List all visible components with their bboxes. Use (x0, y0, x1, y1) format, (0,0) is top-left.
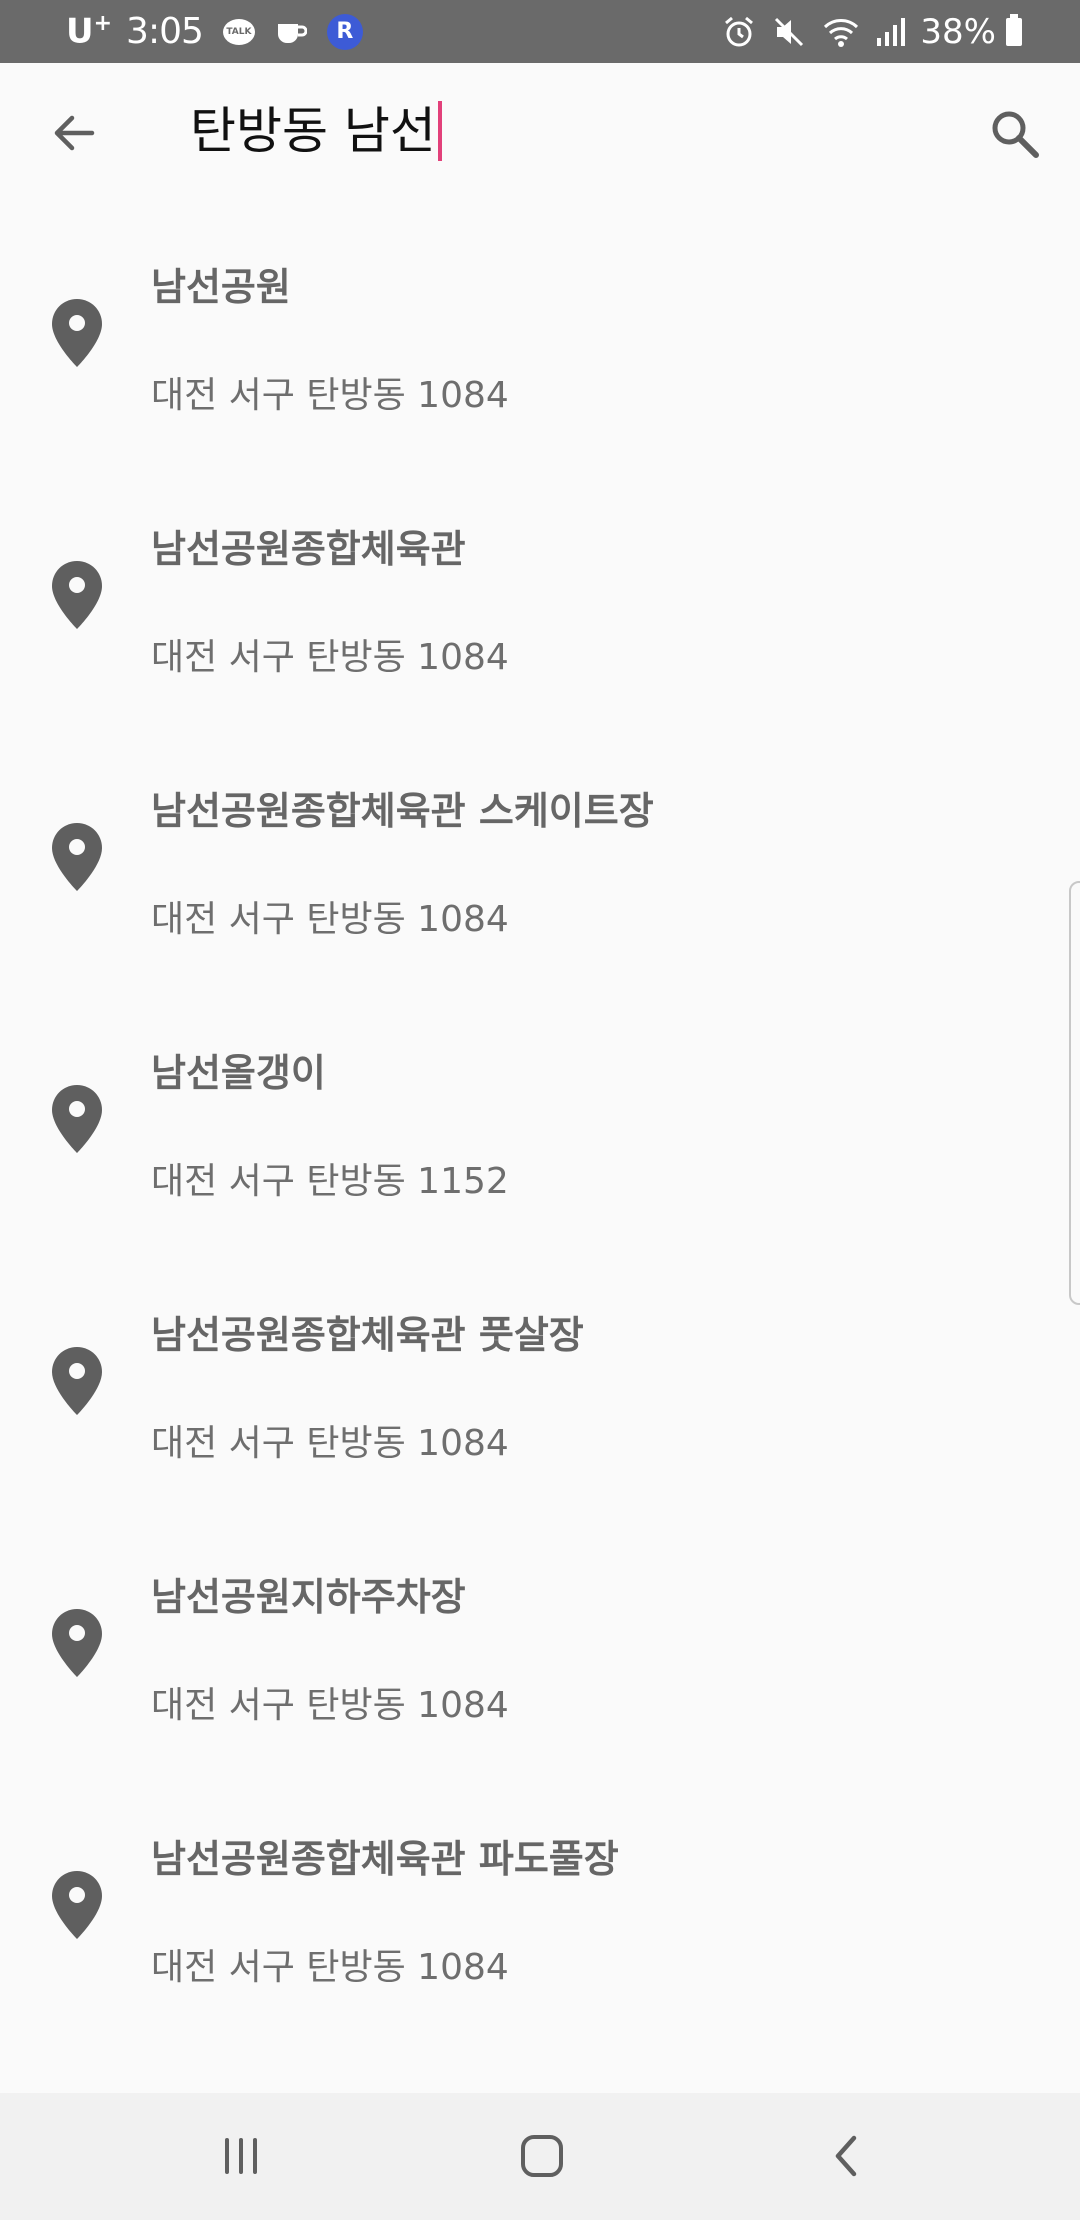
status-left: U+ 3:05 TALK R (66, 11, 363, 52)
location-pin-icon (52, 1085, 102, 1153)
search-input[interactable]: 탄방동 남선 (190, 101, 442, 161)
location-pin-icon (52, 823, 102, 891)
list-item[interactable]: 남선공원 대전 서구 탄방동 1084 (0, 201, 1080, 463)
location-pin-icon (52, 1609, 102, 1677)
list-item[interactable]: 남선공원종합체육관 대전 서구 탄방동 1084 (0, 463, 1080, 725)
search-query: 탄방동 남선 (190, 102, 436, 160)
kakaotalk-icon: TALK (222, 18, 255, 45)
status-right: 38% (706, 12, 1022, 52)
place-address: 대전 서구 탄방동 1152 (151, 1161, 509, 1202)
back-chevron-icon (835, 2135, 857, 2177)
fast-scroll-handle[interactable] (1069, 881, 1080, 1305)
text-cursor (437, 101, 442, 161)
list-item[interactable]: 남선공원종합체육관 풋살장 대전 서구 탄방동 1084 (0, 1249, 1080, 1511)
search-button[interactable] (984, 103, 1046, 165)
location-pin-icon (52, 1871, 102, 1939)
location-pin-icon (52, 561, 102, 629)
results-list: 남선공원 대전 서구 탄방동 1084 남선공원종합체육관 대전 서구 탄방동 … (0, 201, 1080, 2093)
search-icon (992, 111, 1039, 158)
coffee-cup-icon (275, 18, 307, 46)
place-name: 남선공원종합체육관 (151, 527, 466, 571)
list-item[interactable]: 남선공원종합체육관 스케이트장 대전 서구 탄방동 1084 (0, 725, 1080, 987)
place-name: 남선공원종합체육관 스케이트장 (151, 789, 654, 833)
place-address: 대전 서구 탄방동 1084 (151, 637, 509, 678)
alarm-icon (722, 15, 756, 49)
status-time: 3:05 (126, 11, 204, 52)
r-app-icon: R (326, 13, 363, 50)
wifi-icon (822, 16, 860, 48)
battery-percent: 38% (920, 11, 996, 52)
place-name: 남선공원지하주차장 (151, 1575, 466, 1619)
carrier-label: U+ (66, 11, 113, 52)
place-address: 대전 서구 탄방동 1084 (151, 375, 509, 416)
location-pin-icon (52, 1347, 102, 1415)
home-button[interactable] (502, 2123, 582, 2189)
arrow-left-icon (54, 115, 95, 151)
place-name: 남선공원종합체육관 풋살장 (151, 1313, 584, 1357)
list-item[interactable]: 남선올갱이 대전 서구 탄방동 1152 (0, 987, 1080, 1249)
nav-back-button[interactable] (806, 2123, 886, 2189)
place-name: 남선공원종합체육관 파도풀장 (151, 1837, 619, 1881)
navigation-bar (0, 2093, 1080, 2220)
place-name: 남선올갱이 (151, 1051, 326, 1095)
search-bar: 탄방동 남선 (0, 63, 1080, 201)
location-pin-icon (52, 299, 102, 367)
status-bar: U+ 3:05 TALK R 38% (0, 0, 1080, 63)
place-address: 대전 서구 탄방동 1084 (151, 1947, 509, 1988)
recent-apps-button[interactable] (201, 2123, 281, 2189)
list-item[interactable]: 남선공원종합체육관 파도풀장 대전 서구 탄방동 1084 (0, 1773, 1080, 2035)
place-address: 대전 서구 탄방동 1084 (151, 1685, 509, 1726)
list-item[interactable]: 남선공원지하주차장 대전 서구 탄방동 1084 (0, 1511, 1080, 1773)
mute-icon (772, 15, 806, 49)
home-icon (521, 2135, 563, 2177)
place-address: 대전 서구 탄방동 1084 (151, 899, 509, 940)
recent-apps-icon (225, 2138, 257, 2174)
place-address: 대전 서구 탄방동 1084 (151, 1423, 509, 1464)
back-button[interactable] (44, 103, 104, 163)
place-name: 남선공원 (151, 265, 291, 309)
battery-icon (1006, 13, 1022, 46)
signal-icon (876, 16, 906, 48)
